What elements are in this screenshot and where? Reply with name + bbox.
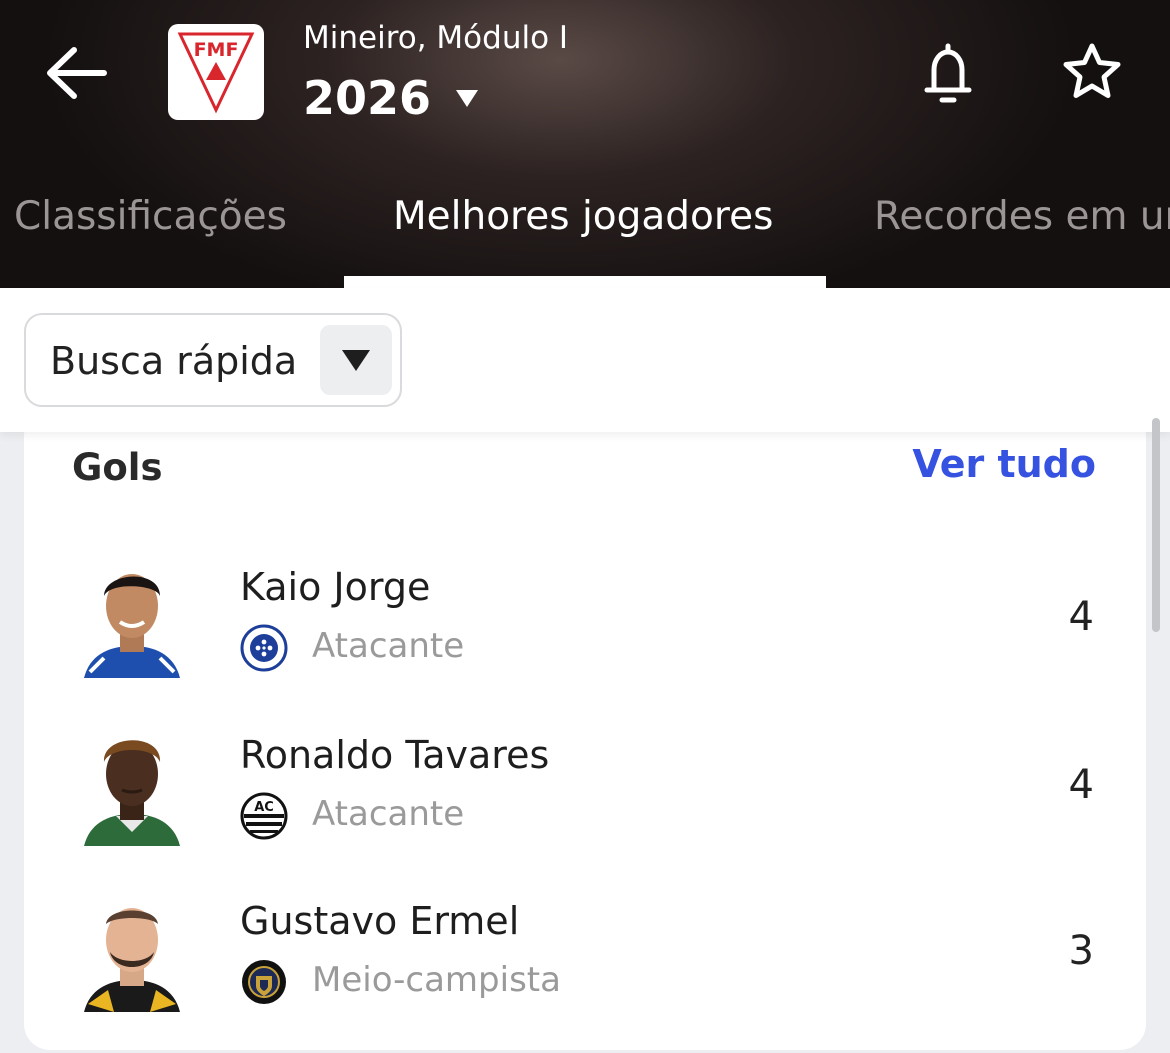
goals-count: 3	[1068, 928, 1094, 974]
goals-count: 4	[1068, 594, 1094, 640]
tab-recordes[interactable]: Recordes em um	[874, 194, 1170, 239]
caret-down-icon	[342, 350, 370, 371]
tab-bar: Classificações Melhores jogadores Record…	[0, 180, 1170, 288]
dropdown-caret	[320, 325, 392, 395]
card-title: Gols	[72, 446, 163, 489]
tab-melhores-jogadores[interactable]: Melhores jogadores	[393, 194, 773, 239]
player-photo	[84, 908, 180, 1012]
player-position: Meio-campista	[312, 960, 561, 1000]
svg-text:AC: AC	[254, 800, 274, 815]
player-photo	[84, 740, 180, 846]
star-icon	[1063, 43, 1121, 98]
goals-count: 4	[1068, 762, 1094, 808]
see-all-link[interactable]: Ver tudo	[912, 442, 1096, 486]
competition-name: Mineiro, Módulo I	[303, 20, 569, 56]
bell-icon	[924, 43, 972, 103]
player-row[interactable]: Ronaldo Tavares AC Atacante 4	[24, 728, 1146, 878]
north-esporte-clube-crest-icon	[242, 960, 286, 1004]
back-arrow-icon	[47, 47, 107, 99]
player-photo	[84, 574, 180, 678]
player-position: Atacante	[312, 626, 465, 666]
quick-search-label: Busca rápida	[50, 339, 298, 383]
player-name: Ronaldo Tavares	[240, 733, 550, 777]
notifications-button[interactable]	[918, 40, 978, 108]
scrollbar[interactable]	[1152, 418, 1160, 632]
app-header: FMF Mineiro, Módulo I 2026 Classificaçõe…	[0, 0, 1170, 288]
favorite-button[interactable]	[1058, 40, 1126, 104]
caret-down-icon	[456, 90, 479, 107]
back-button[interactable]	[40, 38, 116, 108]
svg-text:FMF: FMF	[194, 39, 239, 61]
competition-logo: FMF	[168, 24, 264, 120]
player-position: Atacante	[312, 794, 465, 834]
tab-classificacoes[interactable]: Classificações	[14, 194, 287, 239]
player-name: Gustavo Ermel	[240, 899, 520, 943]
player-name: Kaio Jorge	[240, 565, 431, 609]
season-value: 2026	[303, 71, 432, 125]
top-scorers-card: Gols Ver tudo Kaio Jorge Atacante 4 Rona…	[24, 410, 1146, 1050]
filter-bar: Busca rápida	[0, 288, 1170, 432]
player-row[interactable]: Gustavo Ermel Meio-campista 3	[24, 894, 1146, 1044]
player-row[interactable]: Kaio Jorge Atacante 4	[24, 560, 1146, 710]
athletic-crest-icon: AC	[240, 792, 288, 840]
cruzeiro-crest-icon	[240, 624, 288, 672]
quick-search-dropdown[interactable]: Busca rápida	[24, 313, 402, 407]
season-selector[interactable]: 2026	[303, 70, 479, 126]
active-tab-indicator	[344, 276, 826, 288]
